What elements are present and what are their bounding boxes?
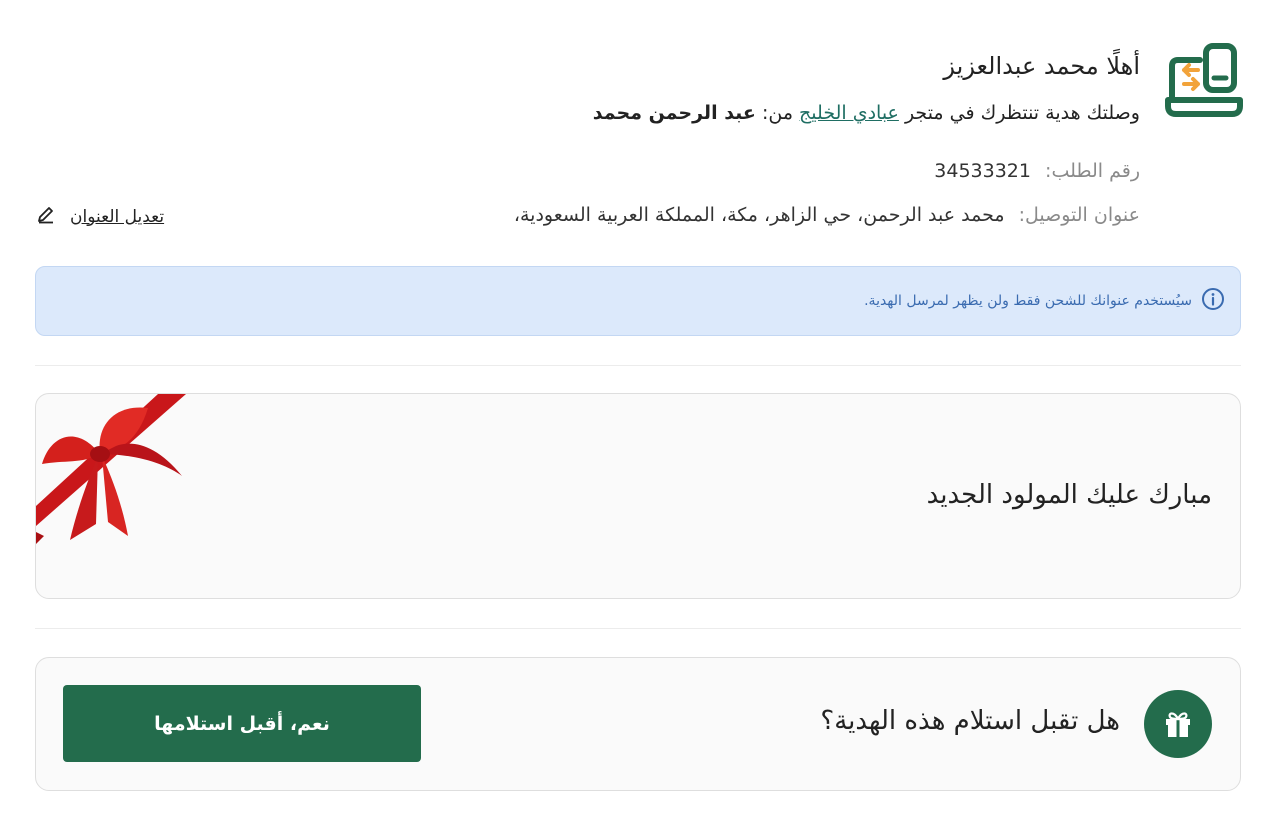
greeting-title: أهلًا محمد عبدالعزيز xyxy=(943,52,1140,80)
gift-notice-prefix: وصلتك هدية تنتظرك في متجر xyxy=(904,102,1140,124)
order-number-label: رقم الطلب: xyxy=(1045,160,1140,182)
pencil-icon xyxy=(36,204,56,229)
gift-header: أهلًا محمد عبدالعزيز وصلتك هدية تنتظرك ف… xyxy=(36,38,1244,238)
shipping-privacy-banner: سيُستخدم عنوانك للشحن فقط ولن يظهر لمرسل… xyxy=(35,266,1241,336)
gift-ribbon-bow-icon xyxy=(36,394,196,554)
gift-notice: وصلتك هدية تنتظرك في متجر عبادي الخليج م… xyxy=(593,102,1140,124)
sender-name: عبد الرحمن محمد xyxy=(592,102,756,124)
order-number-value: 34533321 xyxy=(934,160,1031,182)
store-exchange-logo-icon xyxy=(1164,40,1244,120)
store-link[interactable]: عبادي الخليج xyxy=(799,102,899,124)
delivery-address-label: عنوان التوصيل: xyxy=(1018,204,1140,226)
banner-text: سيُستخدم عنوانك للشحن فقط ولن يظهر لمرسل… xyxy=(864,293,1192,309)
section-divider xyxy=(35,628,1241,629)
accept-question: هل تقبل استلام هذه الهدية؟ xyxy=(820,706,1120,736)
accept-gift-card: هل تقبل استلام هذه الهدية؟ نعم، أقبل است… xyxy=(35,657,1241,791)
section-divider xyxy=(35,365,1241,366)
gift-icon xyxy=(1144,690,1212,758)
delivery-address-row: عنوان التوصيل: محمد عبد الرحمن، حي الزاه… xyxy=(514,204,1140,226)
from-label: من: xyxy=(761,102,793,124)
order-number-row: رقم الطلب: 34533321 xyxy=(934,160,1140,182)
gift-acceptance-page: أهلًا محمد عبدالعزيز وصلتك هدية تنتظرك ف… xyxy=(0,0,1280,828)
accept-gift-button[interactable]: نعم، أقبل استلامها xyxy=(63,685,421,762)
info-circle-icon xyxy=(1192,286,1226,316)
edit-address-link[interactable]: تعديل العنوان xyxy=(36,204,164,229)
gift-message-card: مبارك عليك المولود الجديد xyxy=(35,393,1241,599)
delivery-address-value: محمد عبد الرحمن، حي الزاهر، مكة، المملكة… xyxy=(513,204,1005,226)
gift-message-text: مبارك عليك المولود الجديد xyxy=(926,480,1212,510)
edit-address-label: تعديل العنوان xyxy=(70,206,165,227)
